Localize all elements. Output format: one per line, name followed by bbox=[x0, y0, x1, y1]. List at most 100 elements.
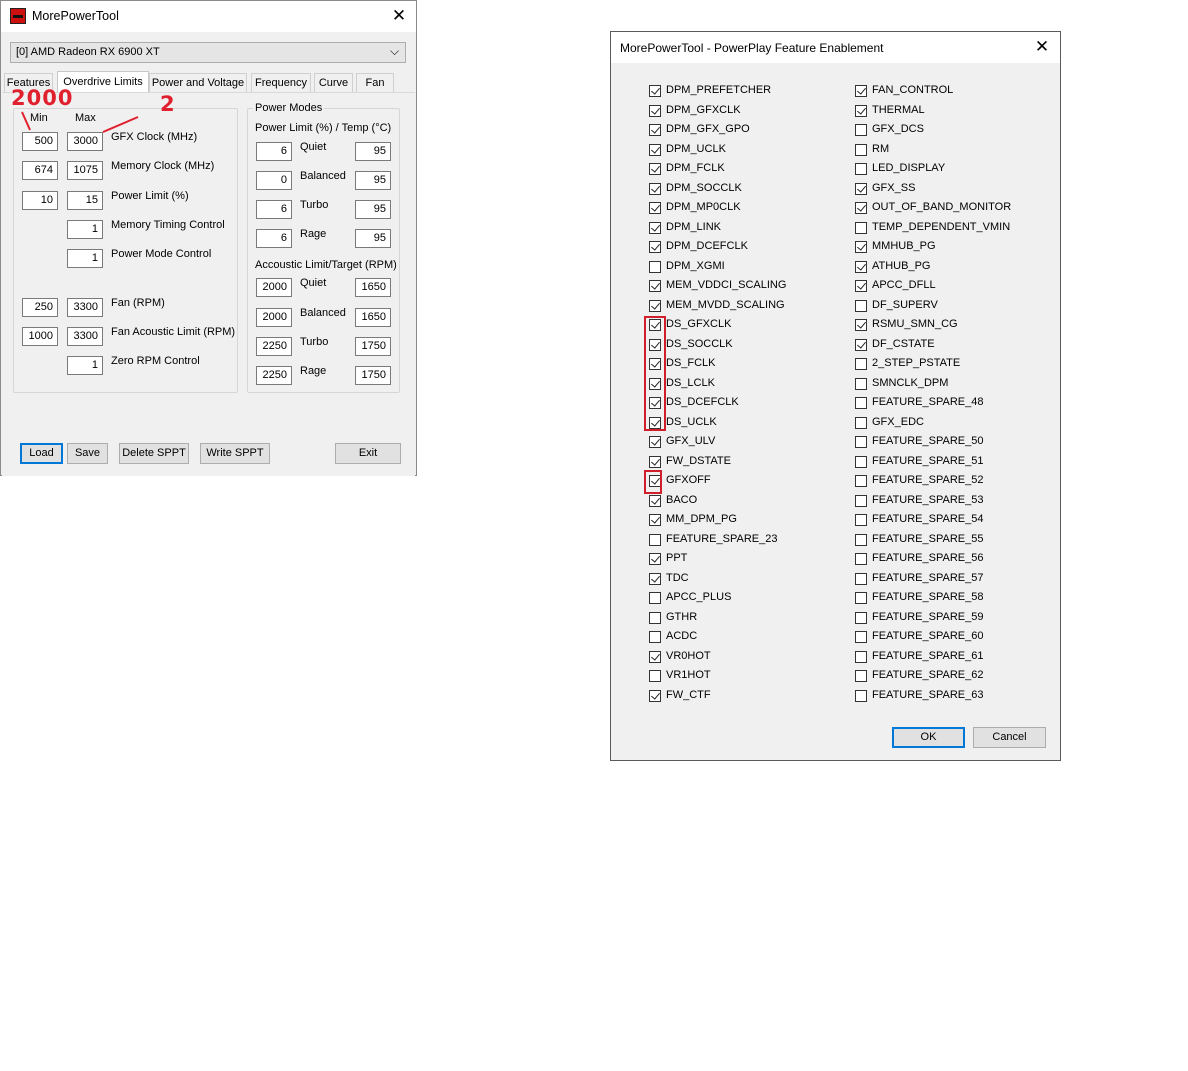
checkbox-unchecked[interactable] bbox=[855, 475, 867, 487]
checkbox-unchecked[interactable] bbox=[855, 514, 867, 526]
min-input[interactable]: 250 bbox=[22, 298, 58, 317]
acoustic-target-input[interactable]: 1650 bbox=[355, 308, 391, 327]
checkbox-unchecked[interactable] bbox=[855, 689, 867, 702]
temp-input[interactable]: 95 bbox=[355, 200, 391, 219]
tab-frequency[interactable]: Frequency bbox=[251, 73, 311, 92]
checkbox-checked[interactable] bbox=[855, 338, 867, 351]
write-sppt-button[interactable]: Write SPPT bbox=[200, 443, 270, 464]
checkbox-unchecked[interactable] bbox=[855, 533, 867, 546]
temp-input[interactable]: 95 bbox=[355, 142, 391, 161]
power-limit-input[interactable]: 6 bbox=[256, 229, 292, 248]
checkbox-unchecked[interactable] bbox=[855, 416, 867, 429]
min-input[interactable]: 674 bbox=[22, 161, 58, 180]
checkbox-unchecked[interactable] bbox=[855, 670, 867, 682]
max-input[interactable]: 1 bbox=[67, 220, 103, 239]
max-input[interactable]: 1 bbox=[67, 356, 103, 375]
checkbox-unchecked[interactable] bbox=[855, 494, 867, 507]
checkbox-unchecked[interactable] bbox=[855, 553, 867, 565]
feature-label: DPM_UCLK bbox=[666, 142, 726, 155]
chevron-down-icon: ⌵ bbox=[390, 44, 400, 58]
checkbox-unchecked[interactable] bbox=[855, 611, 867, 624]
checkbox-checked[interactable] bbox=[649, 85, 661, 97]
acoustic-limit-input[interactable]: 2250 bbox=[256, 337, 292, 356]
checkbox-unchecked[interactable] bbox=[649, 260, 661, 273]
checkbox-unchecked[interactable] bbox=[855, 377, 867, 390]
power-limit-input[interactable]: 6 bbox=[256, 142, 292, 161]
load-button[interactable]: Load bbox=[20, 443, 63, 464]
checkbox-checked[interactable] bbox=[649, 436, 661, 448]
checkbox-unchecked[interactable] bbox=[649, 592, 661, 604]
dialog-close-icon[interactable]: ✕ bbox=[1032, 38, 1052, 58]
checkbox-unchecked[interactable] bbox=[855, 163, 867, 175]
checkbox-checked[interactable] bbox=[649, 553, 661, 565]
checkbox-unchecked[interactable] bbox=[855, 650, 867, 663]
checkbox-checked[interactable] bbox=[855, 104, 867, 117]
checkbox-checked[interactable] bbox=[649, 299, 661, 312]
checkbox-checked[interactable] bbox=[855, 202, 867, 214]
checkbox-checked[interactable] bbox=[649, 280, 661, 292]
acoustic-limit-input[interactable]: 2000 bbox=[256, 308, 292, 327]
tab-fan[interactable]: Fan bbox=[356, 73, 394, 92]
delete-sppt-button[interactable]: Delete SPPT bbox=[119, 443, 189, 464]
feature-label: DF_SUPERV bbox=[872, 298, 938, 311]
checkbox-unchecked[interactable] bbox=[855, 631, 867, 643]
checkbox-checked[interactable] bbox=[855, 182, 867, 195]
checkbox-unchecked[interactable] bbox=[649, 611, 661, 624]
checkbox-unchecked[interactable] bbox=[855, 397, 867, 409]
acoustic-target-input[interactable]: 1750 bbox=[355, 337, 391, 356]
checkbox-checked[interactable] bbox=[649, 455, 661, 468]
min-input[interactable]: 1000 bbox=[22, 327, 58, 346]
max-input[interactable]: 1 bbox=[67, 249, 103, 268]
checkbox-unchecked[interactable] bbox=[855, 143, 867, 156]
checkbox-unchecked[interactable] bbox=[855, 592, 867, 604]
checkbox-unchecked[interactable] bbox=[855, 572, 867, 585]
checkbox-checked[interactable] bbox=[855, 280, 867, 292]
acoustic-target-input[interactable]: 1650 bbox=[355, 278, 391, 297]
checkbox-checked[interactable] bbox=[649, 241, 661, 253]
checkbox-unchecked[interactable] bbox=[855, 299, 867, 312]
checkbox-unchecked[interactable] bbox=[855, 436, 867, 448]
temp-input[interactable]: 95 bbox=[355, 171, 391, 190]
min-input[interactable]: 10 bbox=[22, 191, 58, 210]
save-button[interactable]: Save bbox=[67, 443, 108, 464]
power-limit-input[interactable]: 6 bbox=[256, 200, 292, 219]
checkbox-checked[interactable] bbox=[649, 514, 661, 526]
feature-label: VR0HOT bbox=[666, 649, 711, 662]
checkbox-checked[interactable] bbox=[649, 163, 661, 175]
checkbox-unchecked[interactable] bbox=[855, 124, 867, 136]
max-input[interactable]: 1075 bbox=[67, 161, 103, 180]
exit-button[interactable]: Exit bbox=[335, 443, 401, 464]
max-input[interactable]: 3300 bbox=[67, 327, 103, 346]
checkbox-unchecked[interactable] bbox=[855, 455, 867, 468]
checkbox-unchecked[interactable] bbox=[649, 670, 661, 682]
tab-curve[interactable]: Curve bbox=[314, 73, 353, 92]
checkbox-checked[interactable] bbox=[649, 221, 661, 234]
checkbox-checked[interactable] bbox=[855, 85, 867, 97]
checkbox-checked[interactable] bbox=[649, 182, 661, 195]
ok-button[interactable]: OK bbox=[892, 727, 965, 748]
checkbox-checked[interactable] bbox=[649, 494, 661, 507]
acoustic-limit-input[interactable]: 2250 bbox=[256, 366, 292, 385]
checkbox-unchecked[interactable] bbox=[649, 631, 661, 643]
checkbox-unchecked[interactable] bbox=[855, 221, 867, 234]
checkbox-checked[interactable] bbox=[649, 202, 661, 214]
checkbox-checked[interactable] bbox=[649, 650, 661, 663]
close-icon[interactable]: ✕ bbox=[389, 7, 409, 27]
checkbox-checked[interactable] bbox=[649, 572, 661, 585]
power-limit-input[interactable]: 0 bbox=[256, 171, 292, 190]
checkbox-checked[interactable] bbox=[855, 260, 867, 273]
checkbox-unchecked[interactable] bbox=[855, 358, 867, 370]
checkbox-checked[interactable] bbox=[855, 319, 867, 331]
cancel-button[interactable]: Cancel bbox=[973, 727, 1046, 748]
acoustic-target-input[interactable]: 1750 bbox=[355, 366, 391, 385]
checkbox-checked[interactable] bbox=[855, 241, 867, 253]
checkbox-checked[interactable] bbox=[649, 104, 661, 117]
checkbox-checked[interactable] bbox=[649, 689, 661, 702]
checkbox-checked[interactable] bbox=[649, 143, 661, 156]
temp-input[interactable]: 95 bbox=[355, 229, 391, 248]
max-input[interactable]: 15 bbox=[67, 191, 103, 210]
acoustic-limit-input[interactable]: 2000 bbox=[256, 278, 292, 297]
checkbox-checked[interactable] bbox=[649, 124, 661, 136]
checkbox-unchecked[interactable] bbox=[649, 533, 661, 546]
max-input[interactable]: 3300 bbox=[67, 298, 103, 317]
